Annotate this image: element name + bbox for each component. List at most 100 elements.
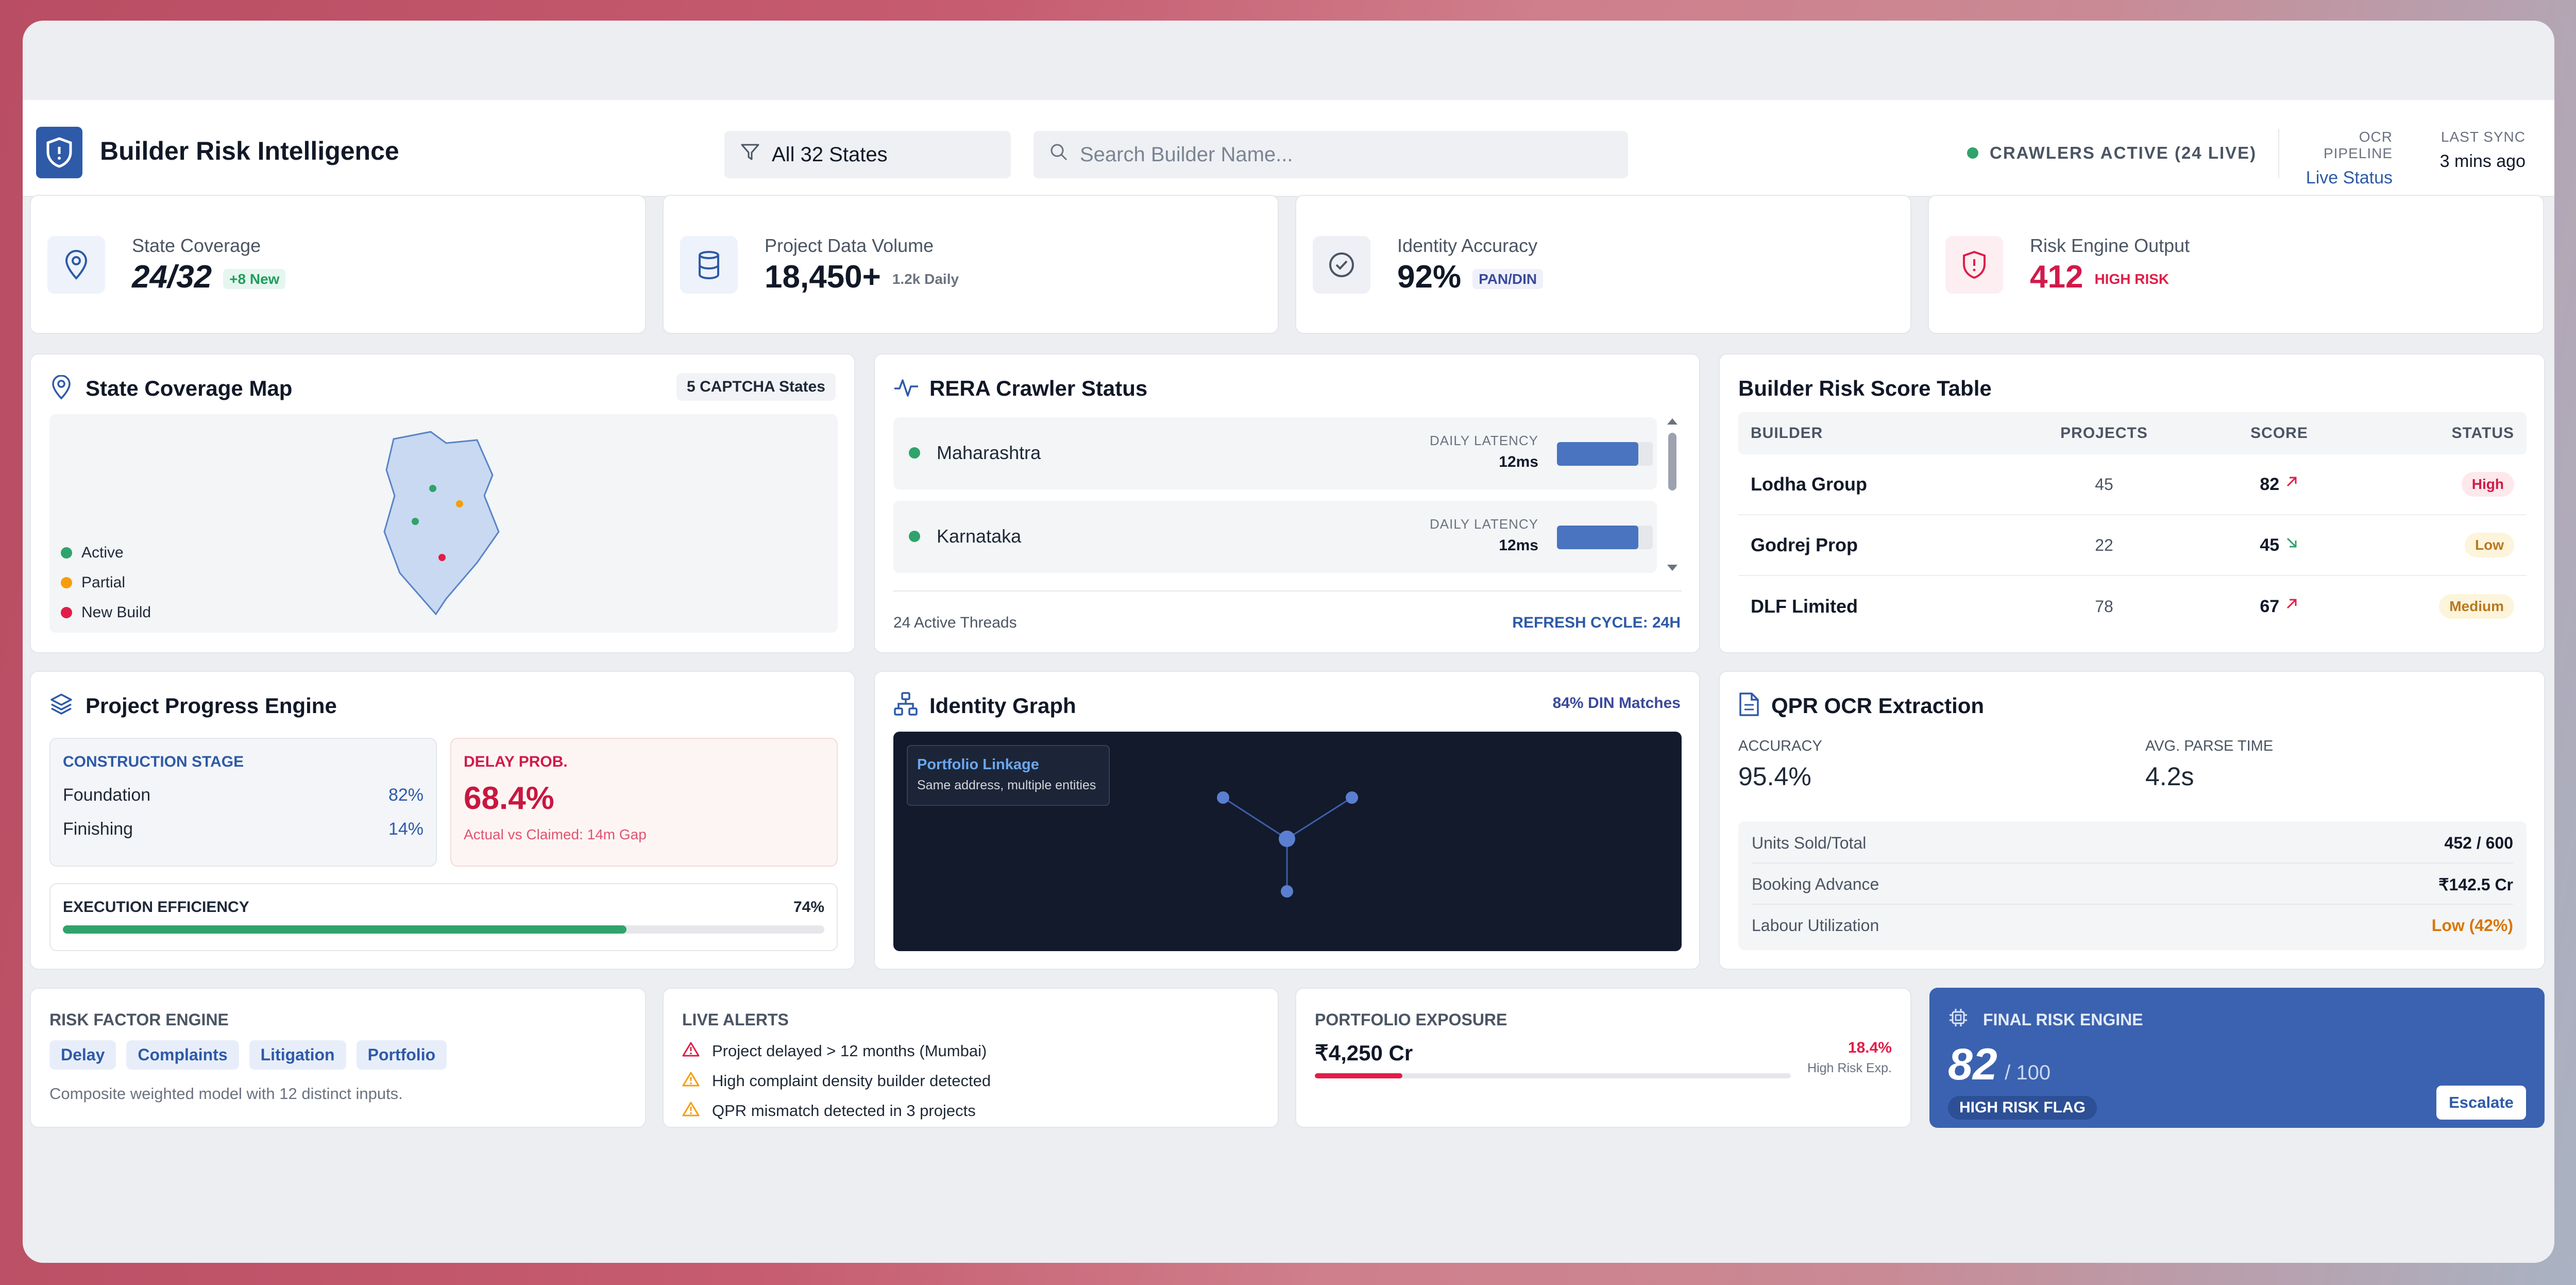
kpi-label: Project Data Volume — [765, 235, 934, 256]
legend-label: Active — [81, 544, 124, 561]
builder-name: Lodha Group — [1751, 474, 1867, 495]
risk-score-value: 67 — [2260, 596, 2280, 616]
warning-triangle-icon — [682, 1071, 700, 1091]
risk-factor-note: Composite weighted model with 12 distinc… — [49, 1085, 403, 1103]
alert-item[interactable]: QPR mismatch detected in 3 projects — [682, 1096, 991, 1126]
accuracy-label: ACCURACY — [1738, 738, 1822, 754]
ocr-live-status-link[interactable]: Live Status — [2290, 168, 2393, 188]
alert-item[interactable]: Project delayed > 12 months (Mumbai) — [682, 1036, 991, 1066]
card-title: Builder Risk Score Table — [1738, 376, 1992, 400]
status-cell: Low — [2377, 533, 2527, 557]
latency-bar — [1557, 526, 1653, 549]
latency-label: DAILY LATENCY — [1430, 516, 1538, 532]
kpi-sub-text: 1.2k Daily — [892, 270, 959, 287]
legend-item-active: Active — [61, 544, 151, 562]
table-row[interactable]: DLF Limited 78 67 Medium — [1738, 576, 2527, 637]
identity-graph-canvas[interactable]: Portfolio Linkage Same address, multiple… — [893, 732, 1682, 951]
search-bar[interactable] — [1033, 131, 1628, 178]
ocr-field-label: Labour Utilization — [1752, 916, 1879, 935]
builder-name: DLF Limited — [1751, 596, 1858, 617]
latency-value: 12ms — [1499, 537, 1538, 554]
ocr-field-value: 452 / 600 — [2444, 834, 2513, 852]
map-pin-icon — [47, 236, 105, 294]
risk-score: 45 — [2181, 535, 2377, 555]
table-row[interactable]: Godrej Prop 22 45 Low — [1738, 515, 2527, 576]
crawler-row-maharashtra[interactable]: Maharashtra DAILY LATENCY 12ms — [893, 417, 1657, 489]
tag-portfolio[interactable]: Portfolio — [356, 1040, 447, 1070]
kpi-sub-badge: +8 New — [223, 268, 286, 289]
legend-label: Partial — [81, 574, 126, 591]
efficiency-label: EXECUTION EFFICIENCY — [63, 899, 249, 916]
project-count: 78 — [2095, 597, 2113, 616]
activity-icon — [893, 376, 919, 401]
tag-litigation[interactable]: Litigation — [249, 1040, 346, 1070]
crawlers-status-text: CRAWLERS ACTIVE (24 LIVE) — [1990, 143, 2257, 162]
map-pin-icon — [50, 375, 72, 402]
status-badge: Medium — [2439, 594, 2514, 619]
crawler-row-karnataka[interactable]: Karnataka DAILY LATENCY 12ms — [893, 501, 1657, 573]
ocr-field-row: Units Sold/Total 452 / 600 — [1752, 834, 2513, 864]
efficiency-progress-bar — [63, 925, 824, 934]
legend-dot — [61, 607, 72, 618]
delay-prob-value: 68.4% — [464, 781, 554, 816]
tag-delay[interactable]: Delay — [49, 1040, 116, 1070]
latency-value: 12ms — [1499, 453, 1538, 470]
live-status-dot — [1967, 147, 1978, 159]
kpi-value-text: 412 — [2030, 259, 2083, 295]
kpi-value: 24/32 +8 New — [132, 259, 286, 295]
search-input[interactable] — [1080, 143, 1595, 166]
warning-triangle-icon — [682, 1101, 700, 1121]
filter-icon — [740, 142, 760, 167]
delay-gap-note: Actual vs Claimed: 14m Gap — [464, 826, 647, 842]
exposure-pct-label: High Risk Exp. — [1807, 1061, 1892, 1075]
last-sync: LAST SYNC 3 mins ago — [2413, 129, 2526, 172]
cpu-chip-icon — [1948, 1007, 1969, 1030]
status-cell: High — [2377, 472, 2527, 497]
alert-item[interactable]: High complaint density builder detected — [682, 1066, 991, 1096]
alert-text: Project delayed > 12 months (Mumbai) — [712, 1042, 987, 1060]
final-risk-score: 82 / 100 — [1948, 1039, 2050, 1090]
state-filter-dropdown[interactable]: All 32 States — [724, 131, 1011, 178]
tag-complaints[interactable]: Complaints — [126, 1040, 239, 1070]
delay-prob-label: DELAY PROB. — [464, 753, 568, 770]
escalate-button[interactable]: Escalate — [2436, 1086, 2526, 1120]
exposure-title: PORTFOLIO EXPOSURE — [1315, 1010, 1507, 1029]
search-icon — [1049, 142, 1069, 167]
rera-crawler-card: RERA Crawler Status Maharashtra DAILY LA… — [874, 353, 1700, 653]
status-badge: Low — [2465, 533, 2514, 557]
stage-name: Foundation — [63, 785, 151, 805]
project-progress-card: Project Progress Engine CONSTRUCTION STA… — [30, 671, 855, 970]
exposure-bar-fill — [1315, 1073, 1403, 1078]
din-matches-text: 84% DIN Matches — [1552, 695, 1681, 712]
active-threads-text: 24 Active Threads — [893, 614, 1017, 631]
qpr-ocr-card: QPR OCR Extraction ACCURACY 95.4% AVG. P… — [1719, 671, 2545, 970]
project-count: 22 — [2095, 535, 2113, 554]
latency-bar-fill — [1557, 442, 1639, 466]
kpi-sub-badge: PAN/DIN — [1472, 268, 1544, 289]
top-header: Builder Risk Intelligence All 32 States … — [23, 100, 2554, 197]
last-sync-value: 3 mins ago — [2439, 151, 2526, 171]
portfolio-exposure-card: PORTFOLIO EXPOSURE ₹4,250 Cr 18.4% High … — [1295, 988, 1911, 1128]
crawler-scrollbar[interactable] — [1663, 417, 1682, 572]
risk-score: 67 — [2181, 597, 2377, 617]
captcha-states-pill: 5 CAPTCHA States — [676, 373, 836, 401]
table-row[interactable]: Lodha Group 45 82 High — [1738, 454, 2527, 515]
high-risk-flag-badge: HIGH RISK FLAG — [1948, 1096, 2097, 1120]
kpi-card-identity-accuracy: Identity Accuracy 92% PAN/DIN — [1295, 195, 1911, 334]
crawler-state-name: Karnataka — [937, 526, 1022, 547]
status-cell: Medium — [2377, 594, 2527, 619]
exposure-bar — [1315, 1073, 1791, 1078]
final-risk-card: FINAL RISK ENGINE 82 / 100 HIGH RISK FLA… — [1929, 988, 2545, 1128]
exposure-value: ₹4,250 Cr — [1315, 1041, 1413, 1065]
risk-score-value: 82 — [2260, 474, 2280, 494]
identity-graph-nodes — [1217, 791, 1358, 898]
construction-stage-label: CONSTRUCTION STAGE — [63, 753, 244, 770]
column-header: SCORE — [2250, 425, 2308, 442]
kpi-label: State Coverage — [132, 235, 261, 256]
legend-item-partial: Partial — [61, 574, 151, 591]
status-badge: High — [2461, 472, 2514, 497]
final-score-value: 82 — [1948, 1040, 1997, 1089]
latency-label: DAILY LATENCY — [1430, 433, 1538, 448]
ocr-field-row: Labour Utilization Low (42%) — [1752, 916, 2513, 946]
risk-table: BUILDER PROJECTS SCORE STATUS Lodha Grou… — [1738, 412, 2527, 637]
